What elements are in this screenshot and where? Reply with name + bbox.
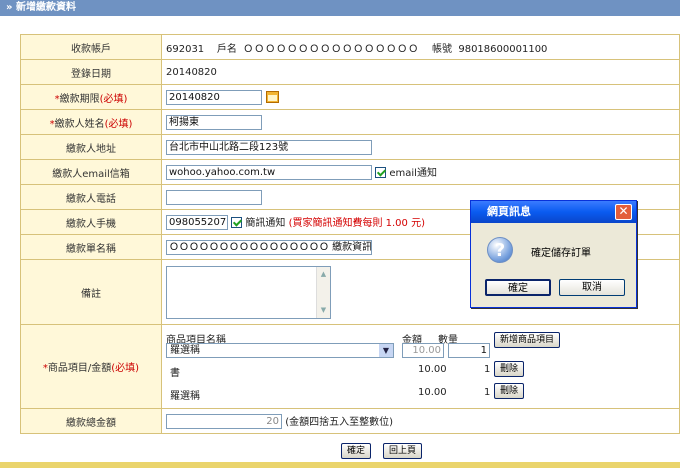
account-code: 692031 [166,43,205,55]
sms-notify-label: 簡訊通知 [245,217,286,229]
remarks-label: 備註 [20,259,162,325]
calendar-icon[interactable] [266,91,279,103]
due-date-cell: 20140820 [161,84,680,110]
item-row-1-amount: 10.00 [418,363,447,375]
item-select[interactable]: 羅選稱 ▼ [166,342,394,358]
payer-name-cell: 柯揚東 [161,109,680,135]
due-date-input[interactable]: 20140820 [166,89,262,105]
payer-name-label: *繳款人姓名(必填) [20,109,162,135]
item-row-1-name: 書 [170,367,180,379]
item-row-2-qty: 1 [484,386,491,398]
item-row-2-delete-button[interactable]: 刪除 [494,382,525,399]
bottom-bar [0,462,680,468]
dialog-ok-button[interactable]: 確定 [485,279,551,296]
email-notify-label: email通知 [389,167,437,179]
register-date-value: 20140820 [161,59,680,85]
chevron-down-icon[interactable]: ▼ [379,343,393,357]
register-date-label: 登錄日期 [20,59,162,85]
item-row-1-delete-button[interactable]: 刪除 [494,360,525,377]
payer-mobile-input[interactable]: 0980552078 [166,215,228,231]
add-item-button[interactable]: 新增商品項目 [494,331,561,348]
account-name-value: ＯＯＯＯＯＯＯＯＯＯＯＯＯＯＯＯ [243,43,420,55]
dialog-title: 網頁訊息 [471,201,636,223]
payer-name-input[interactable]: 柯揚東 [166,114,262,130]
back-button[interactable]: 回上頁 [383,443,423,459]
question-icon: ? [487,237,513,263]
total-cell: 20 (金額四捨五入至整數位) [161,408,680,434]
sms-notify-checkbox[interactable] [231,217,243,229]
sms-fee-note: (買家簡訊通知費每則 1.00 元) [288,217,425,229]
account-number-label: 帳號 [431,43,452,55]
remarks-textarea[interactable]: ▲ ▼ [166,265,331,319]
item-amount-input[interactable]: 10.00 [402,342,444,358]
total-input[interactable]: 20 [166,414,282,430]
scroll-up-icon[interactable]: ▲ [317,267,330,281]
page: » 新增繳款資料 收款帳戶 692031 戶名 ＯＯＯＯＯＯＯＯＯＯＯＯＯＯＯＯ… [0,0,680,468]
item-row-1-qty: 1 [484,363,491,375]
payer-address-label: 繳款人地址 [20,134,162,160]
items-label: *商品項目/金額(必填) [20,324,162,409]
confirm-button[interactable]: 確定 [341,443,372,459]
bill-name-input[interactable]: ＯＯＯＯＯＯＯＯＯＯＯＯＯＯＯＯ 繳款資訊 [166,239,372,255]
payer-mobile-label: 繳款人手機 [20,209,162,235]
payer-address-cell: 台北市中山北路二段123號 [161,134,680,160]
page-title: » 新增繳款資料 [0,0,680,16]
items-cell: 商品項目名稱 金額 數量 新增商品項目 羅選稱 ▼ 10.00 1 書 10.00… [161,324,680,409]
remarks-scrollbar[interactable]: ▲ ▼ [316,266,330,318]
item-qty-input[interactable]: 1 [448,342,490,358]
item-row-2-amount: 10.00 [418,386,447,398]
dialog-message: 確定儲存訂單 [531,248,591,259]
payer-address-input[interactable]: 台北市中山北路二段123號 [166,139,372,155]
payer-email-label: 繳款人email信箱 [20,159,162,185]
total-note: (金額四捨五入至整數位) [285,416,393,428]
scroll-down-icon[interactable]: ▼ [317,303,330,317]
item-row-2-name: 羅選稱 [170,390,200,402]
dialog-cancel-button[interactable]: 取消 [559,279,625,296]
payer-phone-label: 繳款人電話 [20,184,162,210]
bill-name-label: 繳款單名稱 [20,234,162,260]
email-notify-checkbox[interactable] [375,167,387,179]
payer-email-input[interactable]: wohoo.yahoo.com.tw [166,165,372,181]
due-date-label: *繳款期限(必填) [20,84,162,110]
confirm-dialog: 網頁訊息 ✕ ? 確定儲存訂單 確定 取消 [470,200,637,308]
account-label: 收款帳戶 [20,34,162,60]
payer-email-cell: wohoo.yahoo.com.tw email通知 [161,159,680,185]
payer-phone-input[interactable] [166,189,262,205]
account-name-label: 戶名 [216,43,237,55]
account-value: 692031 戶名 ＯＯＯＯＯＯＯＯＯＯＯＯＯＯＯＯ 帳號 9801860000… [161,34,680,60]
total-label: 繳款總金額 [20,408,162,434]
account-number-value: 98018600001100 [458,43,548,55]
close-icon[interactable]: ✕ [615,204,632,220]
